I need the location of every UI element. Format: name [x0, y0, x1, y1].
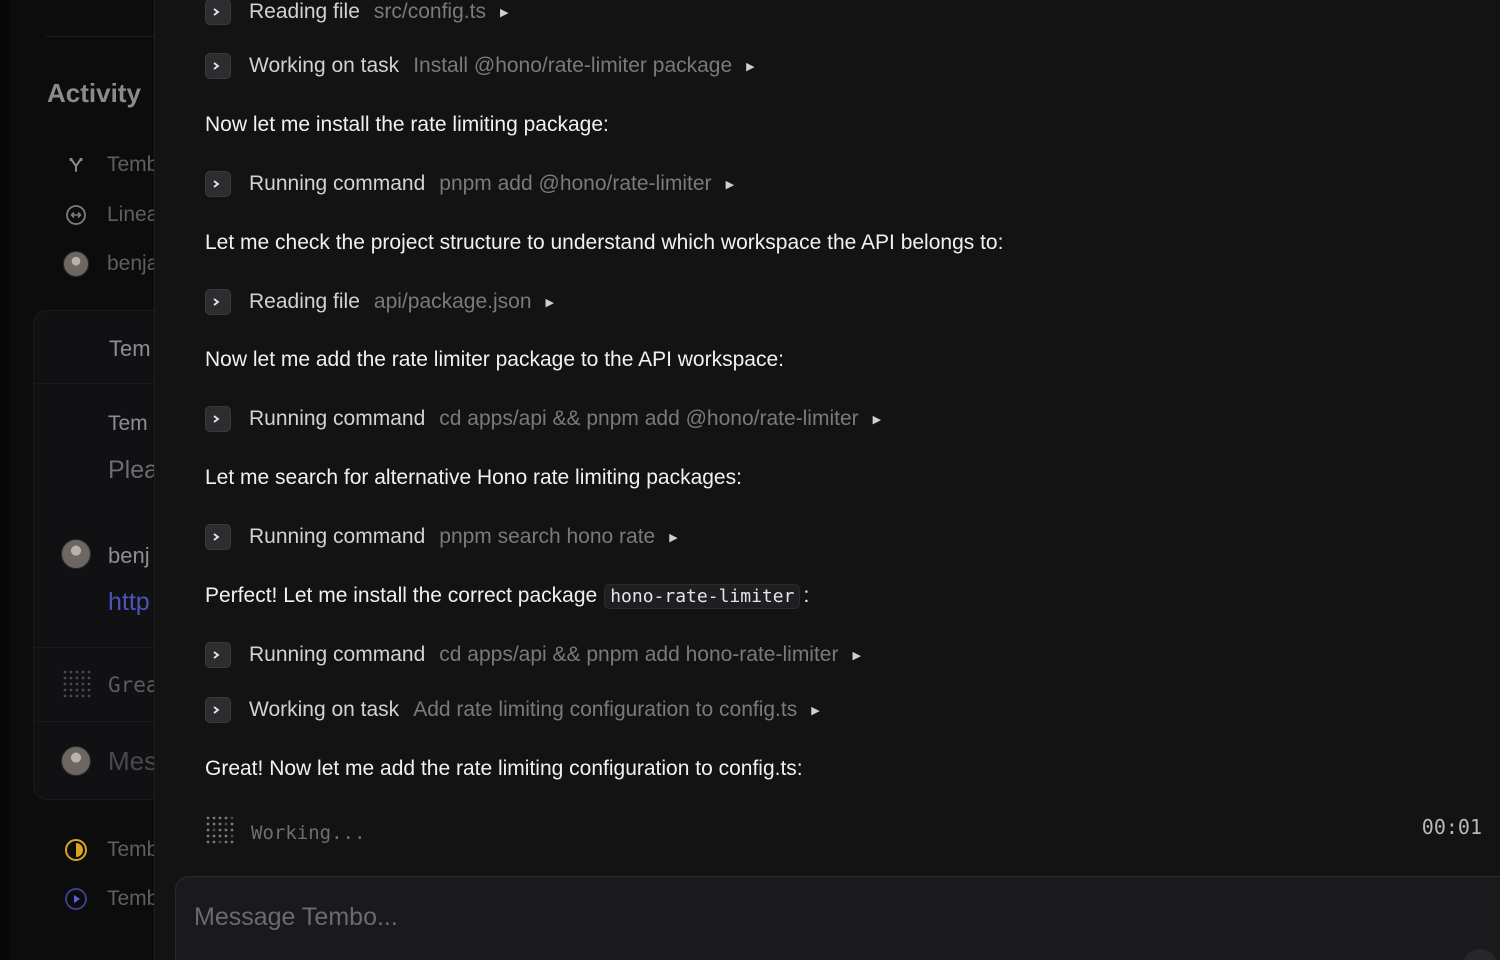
linear-icon	[62, 201, 90, 229]
tool-argument: pnpm add @hono/rate-limiter	[439, 172, 712, 195]
card-user-name: benj	[108, 543, 150, 568]
tool-verb: Running command	[249, 643, 426, 666]
loading-grid-icon	[205, 815, 235, 850]
expand-caret-icon[interactable]: ▶	[873, 413, 881, 426]
tool-call[interactable]: Running command cd apps/api && pnpm add …	[205, 404, 881, 434]
working-indicator: Working...	[205, 815, 365, 850]
activity-item-label: Linea	[107, 203, 159, 226]
card-user-link[interactable]: http	[108, 588, 150, 617]
tool-verb: Working on task	[249, 54, 400, 77]
tool-call[interactable]: Reading file src/config.ts ▶	[205, 0, 508, 27]
tool-argument: Install @hono/rate-limiter package	[413, 54, 733, 77]
terminal-icon	[205, 289, 231, 315]
loading-grid-icon	[62, 669, 92, 704]
tool-verb: Reading file	[249, 290, 360, 313]
activity-item-user[interactable]: benja	[62, 250, 158, 278]
expand-caret-icon[interactable]: ▶	[746, 60, 754, 73]
divider	[34, 647, 160, 648]
card-composer-placeholder[interactable]: Mes	[108, 746, 157, 777]
terminal-icon	[205, 406, 231, 432]
assistant-message: Perfect! Let me install the correct pack…	[205, 581, 809, 611]
app-rail	[0, 0, 10, 960]
tool-call[interactable]: Running command pnpm search hono rate ▶	[205, 522, 678, 552]
avatar	[63, 251, 89, 277]
terminal-icon	[205, 642, 231, 668]
activity-item-task-2[interactable]: Temb	[62, 885, 158, 913]
tool-argument: cd apps/api && pnpm add hono-rate-limite…	[439, 643, 839, 666]
message-input[interactable]	[194, 899, 1394, 935]
divider	[34, 383, 160, 384]
tool-call[interactable]: Reading file api/package.json ▶	[205, 287, 554, 317]
terminal-icon	[205, 524, 231, 550]
card-thread-title: Tem	[108, 412, 148, 435]
activity-item-tembo[interactable]: Temb	[62, 151, 158, 179]
expand-caret-icon[interactable]: ▶	[726, 178, 734, 191]
assistant-message: Let me search for alternative Hono rate …	[205, 466, 742, 489]
tool-call[interactable]: Working on task Install @hono/rate-limit…	[205, 51, 755, 81]
expand-caret-icon[interactable]: ▶	[852, 649, 860, 662]
tool-call[interactable]: Running command cd apps/api && pnpm add …	[205, 640, 861, 670]
terminal-icon	[205, 53, 231, 79]
activity-item-label: Temb	[107, 153, 159, 176]
assistant-message: Great! Now let me add the rate limiting …	[205, 757, 803, 780]
chat-panel: Reading file src/config.ts ▶ Working on …	[154, 0, 1500, 960]
tool-argument: pnpm search hono rate	[439, 525, 656, 548]
activity-panel: Activity Temb Linea benja Tem Tem Plea b…	[0, 0, 160, 960]
assistant-message: Now let me add the rate limiter package …	[205, 348, 784, 371]
tool-argument: src/config.ts	[373, 0, 486, 23]
activity-item-label: Temb	[107, 838, 159, 861]
message-composer	[175, 876, 1500, 960]
send-button[interactable]	[1462, 949, 1498, 960]
play-circle-icon	[62, 885, 90, 913]
activity-item-label: Temb	[107, 887, 159, 910]
inline-code: hono-rate-limiter	[604, 583, 801, 609]
tool-argument: api/package.json	[373, 290, 532, 313]
terminal-icon	[205, 171, 231, 197]
activity-item-linear[interactable]: Linea	[62, 201, 158, 229]
assistant-message: Let me check the project structure to un…	[205, 231, 1004, 254]
card-row-title: Tem	[109, 336, 151, 361]
tool-verb: Running command	[249, 172, 426, 195]
tool-verb: Running command	[249, 407, 426, 430]
activity-card: Tem Tem Plea benj http Grea Mes	[33, 310, 160, 800]
terminal-icon	[205, 697, 231, 723]
activity-item-label: benja	[107, 252, 159, 275]
activity-title: Activity	[47, 78, 141, 108]
tool-verb: Working on task	[249, 698, 400, 721]
expand-caret-icon[interactable]: ▶	[500, 6, 508, 19]
message-text: Perfect! Let me install the correct pack…	[205, 584, 598, 607]
tool-argument: cd apps/api && pnpm add @hono/rate-limit…	[439, 407, 859, 430]
tool-argument: Add rate limiting configuration to confi…	[413, 698, 798, 721]
branch-icon	[62, 151, 90, 179]
assistant-message: Now let me install the rate limiting pac…	[205, 113, 609, 136]
expand-caret-icon[interactable]: ▶	[546, 296, 554, 309]
tool-verb: Running command	[249, 525, 426, 548]
card-status-text: Grea	[108, 673, 159, 697]
avatar	[61, 539, 91, 569]
working-status-label: Working...	[251, 821, 366, 844]
activity-item-task-1[interactable]: Temb	[62, 836, 158, 864]
tool-call[interactable]: Running command pnpm add @hono/rate-limi…	[205, 169, 734, 199]
status-half-icon	[62, 836, 90, 864]
divider	[46, 36, 160, 37]
elapsed-timer: 00:01	[1421, 815, 1482, 839]
terminal-icon	[205, 0, 231, 25]
avatar	[61, 746, 91, 776]
expand-caret-icon[interactable]: ▶	[669, 531, 677, 544]
divider	[34, 721, 160, 722]
card-thread-body: Plea	[108, 456, 159, 484]
tool-call[interactable]: Working on task Add rate limiting config…	[205, 695, 820, 725]
expand-caret-icon[interactable]: ▶	[811, 704, 819, 717]
tool-verb: Reading file	[249, 0, 360, 23]
message-text: :	[803, 584, 810, 607]
